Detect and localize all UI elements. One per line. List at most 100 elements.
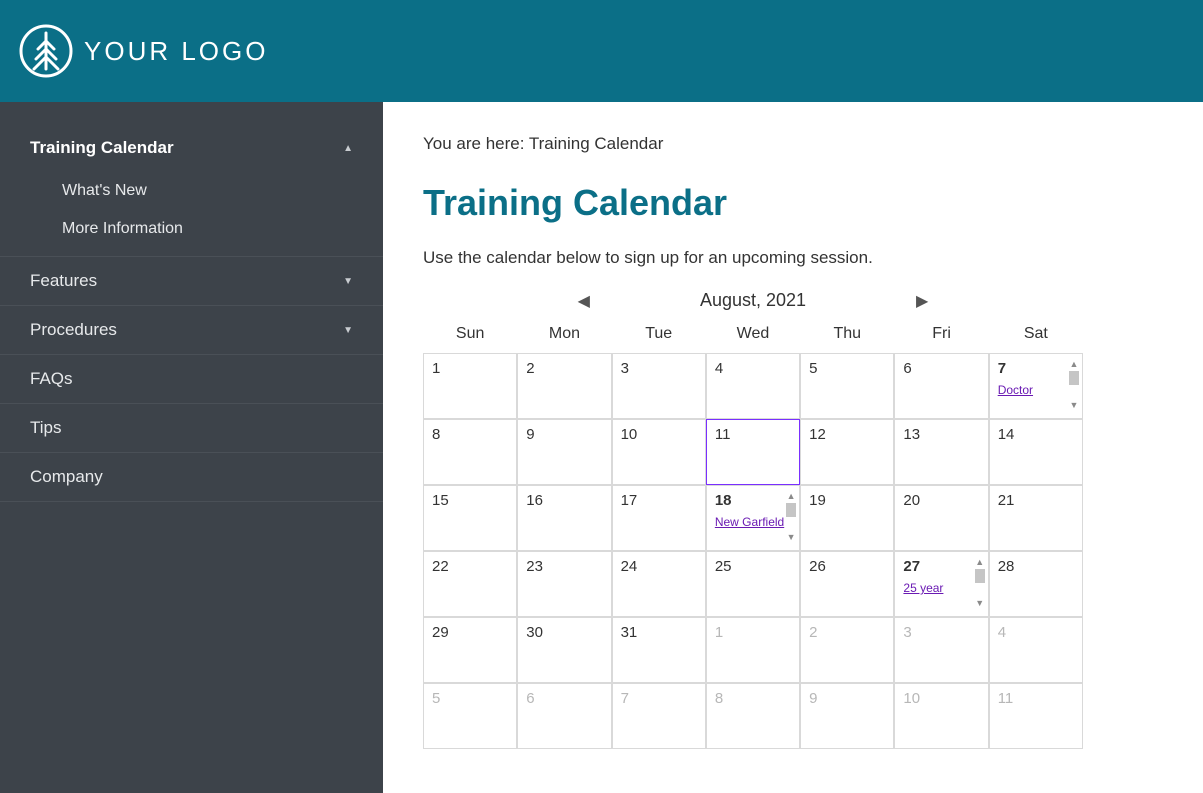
cell-scroll-indicator[interactable]: ▲▼ (1068, 360, 1080, 410)
calendar-day-number: 20 (903, 492, 979, 509)
calendar-day-cell[interactable]: 4 (989, 617, 1083, 683)
calendar-day-header: Wed (706, 319, 800, 353)
sidebar-item-more-information[interactable]: More Information (0, 210, 383, 248)
sidebar-item-label: Company (30, 467, 103, 487)
calendar-day-cell[interactable]: 30 (517, 617, 611, 683)
calendar-day-number: 30 (526, 624, 602, 641)
calendar-day-cell[interactable]: 1 (706, 617, 800, 683)
calendar-day-number: 18 (715, 492, 791, 509)
sidebar-item-training-calendar[interactable]: Training Calendar ▲ (0, 124, 383, 172)
calendar-event-link[interactable]: Doctor (998, 383, 1033, 397)
calendar-day-cell[interactable]: 27 25 year ▲▼ (894, 551, 988, 617)
calendar-day-cell[interactable]: 19 (800, 485, 894, 551)
calendar-day-cell[interactable]: 5 (423, 683, 517, 749)
calendar-day-number: 15 (432, 492, 508, 509)
sidebar-item-faqs[interactable]: FAQs (0, 355, 383, 404)
calendar-day-cell[interactable]: 6 (894, 353, 988, 419)
cell-scroll-indicator[interactable]: ▲▼ (785, 492, 797, 542)
calendar-day-cell[interactable]: 26 (800, 551, 894, 617)
sidebar-item-label: What's New (62, 182, 147, 199)
next-month-button[interactable]: ▶ (916, 291, 928, 311)
calendar-day-cell[interactable]: 17 (612, 485, 706, 551)
calendar-day-cell[interactable]: 7 (612, 683, 706, 749)
scroll-down-icon: ▼ (1070, 401, 1079, 410)
calendar-day-cell[interactable]: 4 (706, 353, 800, 419)
prev-month-button[interactable]: ◀ (578, 291, 590, 311)
calendar-day-number: 23 (526, 558, 602, 575)
calendar-day-number: 24 (621, 558, 697, 575)
calendar-day-headers: SunMonTueWedThuFriSat (423, 319, 1083, 353)
calendar-day-cell[interactable]: 5 (800, 353, 894, 419)
calendar-day-cell[interactable]: 11 (989, 683, 1083, 749)
calendar-day-number: 28 (998, 558, 1074, 575)
calendar-day-cell[interactable]: 7 Doctor ▲▼ (989, 353, 1083, 419)
calendar-day-number: 25 (715, 558, 791, 575)
calendar-day-cell[interactable]: 9 (800, 683, 894, 749)
calendar-day-header: Sun (423, 319, 517, 353)
scroll-down-icon: ▼ (787, 533, 796, 542)
calendar-day-number: 8 (715, 690, 791, 707)
calendar-day-cell[interactable]: 9 (517, 419, 611, 485)
sidebar-item-features[interactable]: Features ▼ (0, 257, 383, 306)
calendar-day-cell[interactable]: 2 (517, 353, 611, 419)
calendar-day-cell[interactable]: 1 (423, 353, 517, 419)
calendar-day-cell[interactable]: 31 (612, 617, 706, 683)
calendar-day-cell[interactable]: 10 (612, 419, 706, 485)
calendar-day-cell[interactable]: 18New Garfield▲▼ (706, 485, 800, 551)
calendar-day-cell[interactable]: 8 (706, 683, 800, 749)
cell-scroll-indicator[interactable]: ▲▼ (974, 558, 986, 608)
sidebar-item-procedures[interactable]: Procedures ▼ (0, 306, 383, 355)
calendar-day-cell[interactable]: 11 (706, 419, 800, 485)
calendar-day-number: 7 (998, 360, 1074, 377)
calendar-day-cell[interactable]: 13 (894, 419, 988, 485)
calendar-week-row: 1 234567 Doctor ▲▼ (423, 353, 1083, 419)
calendar-day-cell[interactable]: 21 (989, 485, 1083, 551)
calendar-day-cell[interactable]: 22 (423, 551, 517, 617)
main-content: You are here: Training Calendar Training… (383, 102, 1203, 793)
calendar-day-number: 16 (526, 492, 602, 509)
calendar-day-cell[interactable]: 3 (612, 353, 706, 419)
sidebar-item-whats-new[interactable]: What's New (0, 172, 383, 210)
calendar-day-cell[interactable]: 29 (423, 617, 517, 683)
sidebar-item-label: More Information (62, 220, 183, 237)
sidebar: Training Calendar ▲ What's New More Info… (0, 102, 383, 793)
calendar-day-header: Fri (894, 319, 988, 353)
calendar-day-cell[interactable]: 10 (894, 683, 988, 749)
sidebar-item-company[interactable]: Company (0, 453, 383, 502)
calendar-day-number: 27 (903, 558, 979, 575)
calendar-day-number: 2 (526, 360, 602, 377)
calendar-day-number: 7 (621, 690, 697, 707)
calendar-day-number: 10 (621, 426, 697, 443)
sidebar-item-tips[interactable]: Tips (0, 404, 383, 453)
sidebar-item-label: FAQs (30, 369, 73, 389)
logo[interactable]: YOUR LOGO (18, 23, 268, 79)
calendar-day-cell[interactable]: 24 (612, 551, 706, 617)
calendar-day-cell[interactable]: 14 (989, 419, 1083, 485)
calendar-event-link[interactable]: 25 year (903, 581, 943, 595)
calendar-day-cell[interactable]: 6 (517, 683, 611, 749)
calendar-day-number: 14 (998, 426, 1074, 443)
calendar-day-header: Thu (800, 319, 894, 353)
calendar-day-cell[interactable]: 23 (517, 551, 611, 617)
sidebar-item-label: Features (30, 271, 97, 291)
calendar-day-number: 1 (432, 360, 508, 377)
calendar-day-number: 3 (903, 624, 979, 641)
calendar-day-cell[interactable]: 8 (423, 419, 517, 485)
calendar-event-link[interactable]: New Garfield (715, 515, 784, 529)
calendar-day-cell[interactable]: 20 (894, 485, 988, 551)
calendar-day-number: 13 (903, 426, 979, 443)
calendar-day-cell[interactable]: 28 (989, 551, 1083, 617)
calendar-day-cell[interactable]: 12 (800, 419, 894, 485)
calendar-day-number: 17 (621, 492, 697, 509)
calendar-day-number: 22 (432, 558, 508, 575)
calendar-day-cell[interactable]: 15 (423, 485, 517, 551)
calendar-day-cell[interactable]: 3 (894, 617, 988, 683)
calendar-day-number: 11 (998, 690, 1074, 707)
calendar-day-cell[interactable]: 25 (706, 551, 800, 617)
calendar-month-label: August, 2021 (700, 290, 806, 311)
scroll-up-icon: ▲ (787, 492, 796, 501)
breadcrumb: You are here: Training Calendar (423, 134, 1163, 154)
calendar-day-number: 19 (809, 492, 885, 509)
calendar-day-cell[interactable]: 2 (800, 617, 894, 683)
calendar-day-cell[interactable]: 16 (517, 485, 611, 551)
